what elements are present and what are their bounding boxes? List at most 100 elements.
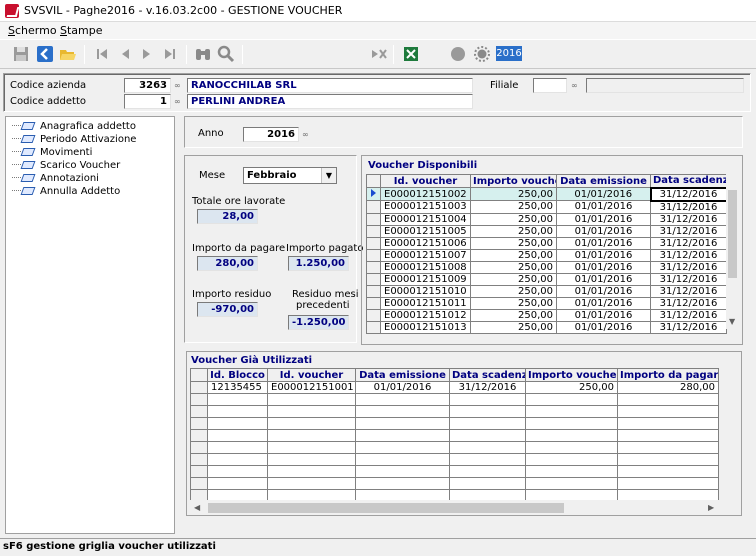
table-cell[interactable]: 280,00 [617, 381, 719, 394]
row-indicator[interactable] [366, 320, 381, 334]
table-cell[interactable] [525, 453, 618, 466]
table-cell[interactable]: E000012151009 [380, 272, 471, 286]
row-indicator[interactable] [366, 308, 381, 322]
table-row[interactable] [190, 405, 719, 418]
table-cell[interactable]: 31/12/2016 [650, 284, 727, 298]
scroll-left-icon[interactable]: ◀ [194, 503, 200, 512]
row-indicator[interactable] [366, 284, 381, 298]
scrollbar-thumb[interactable] [728, 190, 737, 278]
table-cell[interactable]: 250,00 [525, 381, 618, 394]
table-cell[interactable]: 31/12/2016 [650, 248, 727, 262]
table-cell[interactable] [355, 429, 450, 442]
table-cell[interactable] [267, 441, 356, 454]
table-cell[interactable] [207, 429, 268, 442]
table-cell[interactable] [355, 393, 450, 406]
table-cell[interactable]: 31/12/2016 [650, 260, 727, 274]
table-cell[interactable] [267, 417, 356, 430]
save-icon[interactable] [12, 45, 30, 63]
circle-icon[interactable] [449, 45, 467, 63]
table-row[interactable] [190, 465, 719, 478]
table-row[interactable]: E000012151013 250,00 01/01/2016 31/12/2016 [366, 320, 727, 334]
row-indicator[interactable] [366, 248, 381, 262]
table-cell[interactable]: E000012151006 [380, 236, 471, 250]
row-indicator[interactable] [190, 417, 208, 430]
column-header-id-blocco[interactable]: Id. Blocco [207, 368, 268, 382]
table-row[interactable]: E000012151002 250,00 01/01/2016 31/12/2016 [366, 186, 728, 202]
table-cell[interactable] [617, 405, 719, 418]
table-row[interactable]: 12135455 E000012151001 01/01/2016 31/12/201… [190, 381, 719, 394]
table-row[interactable] [190, 477, 719, 490]
table-cell[interactable]: 250,00 [470, 187, 557, 201]
row-indicator[interactable] [190, 429, 208, 442]
table-cell[interactable] [525, 429, 618, 442]
table-cell[interactable]: 31/12/2016 [449, 381, 526, 394]
row-indicator[interactable] [366, 296, 381, 310]
column-header-data-scadenza[interactable]: Data scadenza [449, 368, 526, 382]
table-cell[interactable]: 250,00 [470, 200, 557, 214]
table-cell[interactable]: 250,00 [470, 272, 557, 286]
lookup-icon[interactable]: ∞ [302, 131, 310, 139]
table-cell[interactable]: E000012151008 [380, 260, 471, 274]
table-cell[interactable]: E000012151002 [380, 187, 471, 201]
table-cell[interactable]: E000012151013 [380, 320, 471, 334]
row-indicator[interactable] [366, 212, 381, 226]
filiale-field[interactable] [533, 78, 567, 93]
table-cell[interactable] [207, 477, 268, 490]
table-cell[interactable] [449, 417, 526, 430]
table-cell[interactable] [267, 465, 356, 478]
table-cell[interactable]: 01/01/2016 [556, 296, 651, 310]
table-cell[interactable]: E000012151005 [380, 224, 471, 238]
table-cell[interactable] [449, 465, 526, 478]
table-cell[interactable]: 31/12/2016 [650, 296, 727, 310]
table-cell[interactable]: 01/01/2016 [556, 284, 651, 298]
table-cell[interactable] [449, 441, 526, 454]
excel-icon[interactable] [402, 45, 420, 63]
table-cell[interactable]: 31/12/2016 [650, 320, 727, 334]
row-indicator[interactable] [190, 477, 208, 490]
table-cell[interactable]: 250,00 [470, 224, 557, 238]
table-cell[interactable] [449, 453, 526, 466]
table-cell[interactable]: 01/01/2016 [556, 212, 651, 226]
table-cell[interactable]: 01/01/2016 [556, 272, 651, 286]
table-cell[interactable] [267, 429, 356, 442]
table-cell[interactable]: 12135455 [207, 381, 268, 394]
table-cell[interactable] [617, 453, 719, 466]
table-row[interactable]: E000012151006 250,00 01/01/2016 31/12/2016 [366, 236, 727, 250]
gear-icon[interactable] [473, 45, 491, 63]
menu-stampe[interactable]: Stampe [60, 24, 103, 37]
column-header-id-voucher[interactable]: Id. voucher [380, 174, 471, 188]
table-cell[interactable] [207, 417, 268, 430]
table-cell[interactable] [207, 405, 268, 418]
last-record-icon[interactable] [161, 45, 179, 63]
row-indicator[interactable] [190, 381, 208, 394]
table-cell[interactable] [267, 453, 356, 466]
table-cell[interactable] [267, 405, 356, 418]
table-cell[interactable] [355, 465, 450, 478]
table-cell[interactable]: 31/12/2016 [650, 200, 727, 214]
codice-addetto-field[interactable]: 1 [124, 94, 171, 109]
first-record-icon[interactable] [93, 45, 111, 63]
tree-item-annotazioni[interactable]: Annotazioni [12, 172, 99, 185]
table-row[interactable]: E000012151010 250,00 01/01/2016 31/12/2016 [366, 284, 727, 298]
table-cell[interactable] [617, 417, 719, 430]
magnifier-icon[interactable] [217, 45, 235, 63]
voucher-utilizzati-grid[interactable]: Id. Blocco Id. voucher Data emissione Da… [190, 368, 719, 502]
next-record-icon[interactable] [138, 45, 156, 63]
table-cell[interactable] [267, 393, 356, 406]
row-indicator[interactable] [366, 272, 381, 286]
row-indicator[interactable] [190, 441, 208, 454]
table-cell[interactable] [355, 477, 450, 490]
table-row[interactable]: E000012151008 250,00 01/01/2016 31/12/2016 [366, 260, 727, 274]
table-row[interactable] [190, 417, 719, 430]
binoculars-icon[interactable] [194, 45, 212, 63]
table-cell[interactable]: E000012151001 [267, 381, 356, 394]
table-cell[interactable] [207, 441, 268, 454]
tree-item-annulla[interactable]: Annulla Addetto [12, 185, 120, 198]
table-cell[interactable]: E000012151004 [380, 212, 471, 226]
table-cell[interactable] [449, 405, 526, 418]
table-row[interactable]: E000012151004 250,00 01/01/2016 31/12/2016 [366, 212, 727, 226]
column-header-importo-voucher[interactable]: Importo voucher [470, 174, 557, 188]
table-cell[interactable]: 01/01/2016 [556, 200, 651, 214]
table-cell[interactable]: 01/01/2016 [556, 224, 651, 238]
table-cell[interactable] [525, 441, 618, 454]
